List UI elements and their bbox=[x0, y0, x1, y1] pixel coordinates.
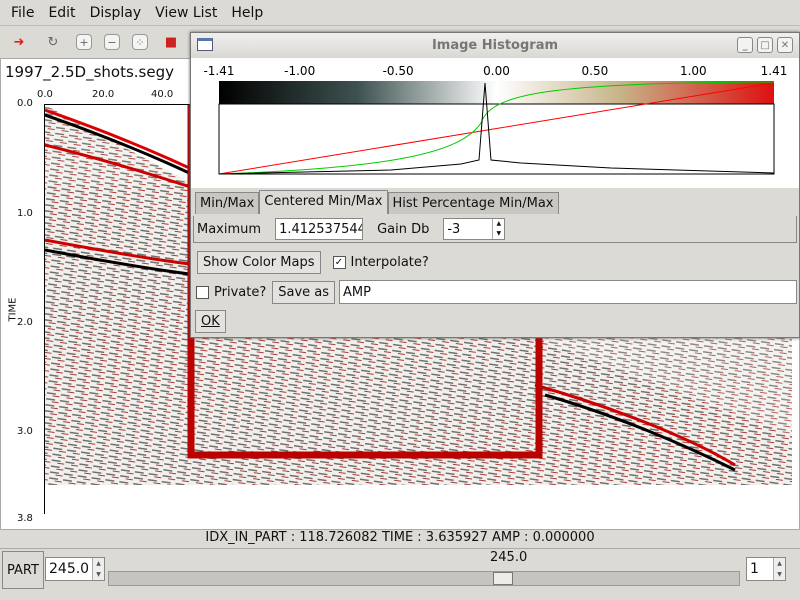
save-as-button[interactable]: Save as bbox=[272, 280, 336, 304]
y-axis-label: TIME bbox=[7, 297, 19, 322]
colorbar-tick-label: 0.50 bbox=[582, 64, 609, 78]
status-readout: IDX_IN_PART : 118.726082 TIME : 3.635927… bbox=[205, 530, 595, 545]
menu-edit[interactable]: Edit bbox=[41, 5, 82, 21]
close-button[interactable]: ✕ bbox=[777, 37, 793, 53]
spin-arrows[interactable]: ▲ ▼ bbox=[773, 558, 785, 580]
save-name-value: AMP bbox=[343, 284, 371, 300]
histogram-panel[interactable]: -1.41 -1.00 -0.50 0.00 0.50 1.00 1.41 bbox=[191, 58, 799, 188]
part-controls: PART 245.0 ▲ ▼ 245.0 1 ▲ ▼ bbox=[0, 548, 800, 589]
part-spinbox[interactable]: 245.0 ▲ ▼ bbox=[45, 557, 105, 581]
spin-arrows[interactable]: ▲ ▼ bbox=[92, 558, 104, 580]
save-name-input[interactable]: AMP bbox=[339, 280, 797, 304]
interpolate-label: Interpolate? bbox=[350, 254, 429, 270]
colorbar-tick-label: 1.00 bbox=[680, 64, 707, 78]
y-tick: 2.0 bbox=[17, 317, 33, 328]
maximize-button[interactable]: □ bbox=[757, 37, 773, 53]
slider-thumb[interactable] bbox=[493, 572, 514, 585]
private-label: Private? bbox=[214, 284, 267, 300]
colorbar-tick-label: 1.41 bbox=[761, 64, 788, 78]
colorbar-tick-label: 0.00 bbox=[483, 64, 510, 78]
histogram-area bbox=[218, 103, 775, 175]
step-spinbox[interactable]: 1 ▲ ▼ bbox=[746, 557, 786, 581]
zoom-in-icon[interactable]: + bbox=[76, 34, 92, 50]
histogram-chart: -1.41 -1.00 -0.50 0.00 0.50 1.00 1.41 bbox=[203, 64, 788, 175]
tab-hist-percentage[interactable]: Hist Percentage Min/Max bbox=[387, 192, 559, 214]
dialog-title: Image Histogram bbox=[431, 38, 559, 53]
menu-help[interactable]: Help bbox=[224, 5, 270, 21]
gain-spinbox[interactable]: -3 ▲ ▼ bbox=[443, 218, 506, 240]
colorbar-tick-label: -1.41 bbox=[203, 64, 234, 78]
view-title: 1997_2.5D_shots.segy bbox=[5, 63, 174, 81]
gain-label: Gain Db bbox=[377, 221, 430, 237]
color-icon[interactable]: ■ bbox=[160, 31, 182, 53]
refresh-icon[interactable]: ↻ bbox=[42, 31, 64, 53]
zoom-out-icon[interactable]: − bbox=[104, 34, 120, 50]
menu-view-list[interactable]: View List bbox=[148, 5, 224, 21]
tab-centered-min-max[interactable]: Centered Min/Max bbox=[259, 190, 388, 214]
part-value: 245.0 bbox=[49, 561, 90, 577]
colorbar bbox=[219, 81, 774, 104]
interpolate-checkbox[interactable]: ✓ bbox=[332, 255, 346, 269]
minimize-button[interactable]: _ bbox=[737, 37, 753, 53]
tab-bar: Min/Max Centered Min/Max Hist Percentage… bbox=[195, 190, 559, 214]
show-color-maps-button[interactable]: Show Color Maps bbox=[197, 250, 321, 274]
x-tick: 40.0 bbox=[151, 89, 174, 100]
image-histogram-dialog: Image Histogram _ □ ✕ -1.41 -1.00 -0.50 0.0… bbox=[190, 32, 800, 338]
menu-file[interactable]: File bbox=[4, 5, 41, 21]
part-slider[interactable] bbox=[108, 571, 740, 586]
dialog-titlebar[interactable]: Image Histogram _ □ ✕ bbox=[191, 33, 799, 58]
part-button[interactable]: PART bbox=[2, 551, 44, 589]
fit-icon[interactable]: ⁘ bbox=[132, 34, 148, 50]
x-tick: 20.0 bbox=[92, 89, 115, 100]
colorbar-tick-label: -0.50 bbox=[383, 64, 414, 78]
gain-value: -3 bbox=[447, 221, 461, 237]
y-tick: 3.0 bbox=[17, 426, 33, 437]
colorbar-tick-label: -1.00 bbox=[284, 64, 315, 78]
spin-arrows[interactable]: ▲ ▼ bbox=[492, 219, 504, 239]
window-icon bbox=[197, 38, 213, 51]
y-tick: 0.0 bbox=[17, 98, 33, 109]
maximum-value: 1.412537544 bbox=[279, 221, 364, 237]
menu-display[interactable]: Display bbox=[83, 5, 149, 21]
step-value: 1 bbox=[750, 561, 759, 577]
y-tick: 1.0 bbox=[17, 208, 33, 219]
maximum-input[interactable]: 1.412537544 bbox=[275, 218, 364, 240]
menubar: File Edit Display View List Help bbox=[0, 0, 800, 26]
y-tick: 3.8 bbox=[17, 513, 33, 524]
ok-button[interactable]: OK bbox=[195, 310, 226, 333]
slider-value: 245.0 bbox=[490, 550, 528, 565]
private-checkbox[interactable] bbox=[196, 285, 209, 299]
exit-icon[interactable]: ➜ bbox=[8, 31, 30, 53]
maximum-label: Maximum bbox=[197, 221, 262, 237]
x-tick: 0.0 bbox=[37, 89, 53, 100]
tab-min-max[interactable]: Min/Max bbox=[195, 192, 260, 214]
